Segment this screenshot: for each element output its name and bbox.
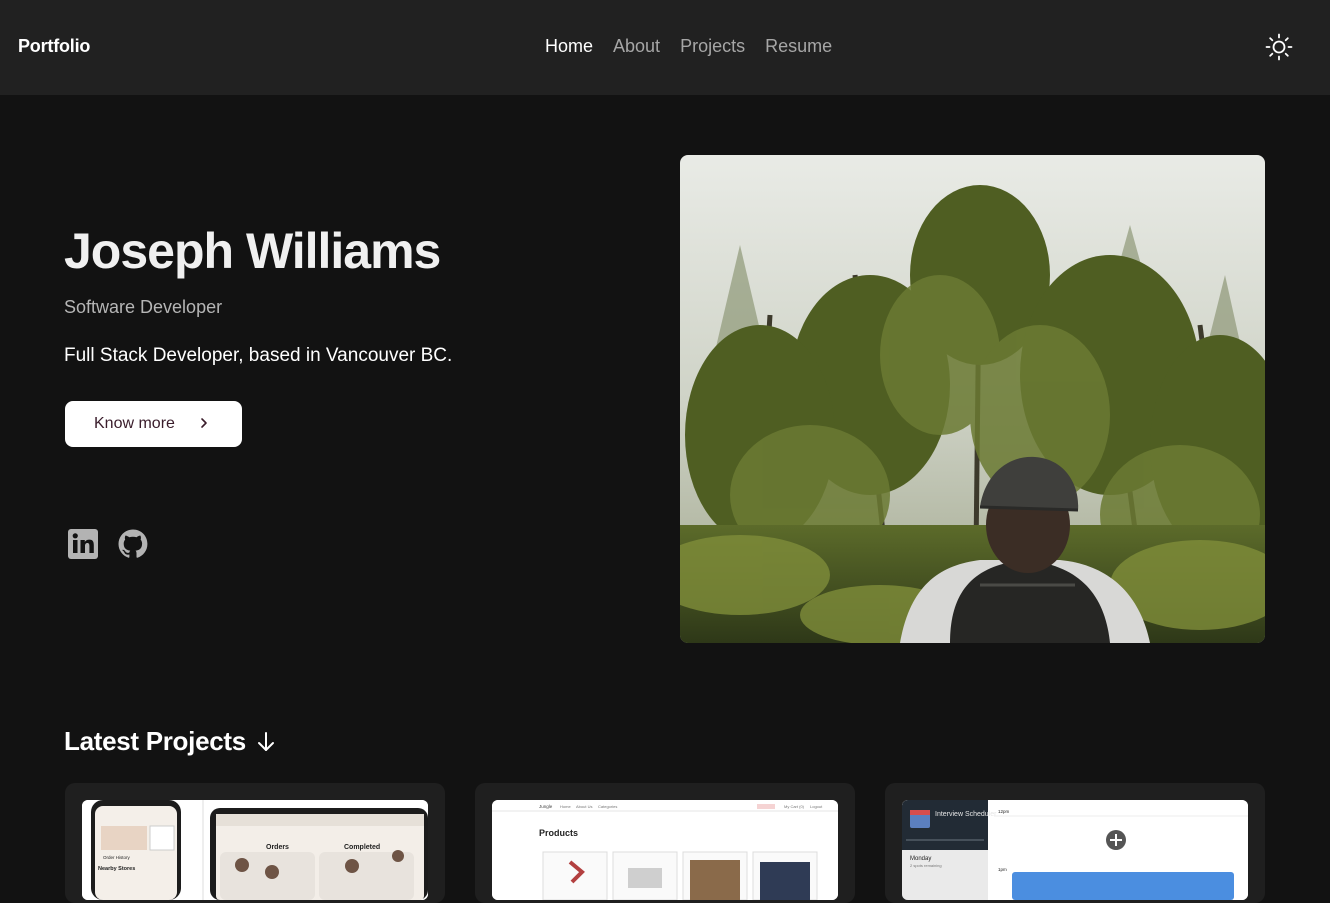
sun-icon (1265, 33, 1293, 61)
chevron-right-icon (201, 418, 207, 428)
project-card-1[interactable]: Order History Nearby Stores Orders Compl… (65, 783, 445, 903)
hero-name: Joseph Williams (64, 223, 441, 279)
latest-projects-label: Latest Projects (64, 726, 246, 756)
project-thumbnail-3: Interview Scheduler Monday 2 spots remai… (902, 800, 1248, 900)
thumb3-time-12pm: 12pm (998, 809, 1010, 814)
project-card-3[interactable]: Interview Scheduler Monday 2 spots remai… (885, 783, 1265, 903)
latest-projects-heading: Latest Projects (64, 726, 276, 757)
know-more-label: Know more (94, 415, 175, 432)
project-card-2[interactable]: Jungle Home About Us Categories My Cart … (475, 783, 855, 903)
linkedin-icon (68, 529, 98, 559)
thumb3-day: Monday (910, 856, 931, 862)
thumb2-cart: My Cart (0) (784, 804, 805, 809)
brand-logo[interactable]: Portfolio (18, 36, 90, 57)
navbar: Portfolio Home About Projects Resume (0, 0, 1330, 95)
thumb3-time-1pm: 1pm (998, 867, 1007, 872)
thumb1-nearby-stores: Nearby Stores (98, 866, 135, 872)
thumb3-spots: 2 spots remaining (910, 863, 942, 868)
github-icon (118, 529, 148, 558)
theme-toggle-button[interactable] (1264, 32, 1294, 62)
nav-links: Home About Projects Resume (545, 36, 832, 57)
thumb2-logout: Logout (810, 804, 823, 809)
hero-description: Full Stack Developer, based in Vancouver… (64, 345, 453, 366)
github-link[interactable] (117, 528, 149, 560)
nav-link-resume[interactable]: Resume (765, 36, 832, 57)
arrow-down-icon (257, 731, 274, 751)
project-thumbnail-2: Jungle Home About Us Categories My Cart … (492, 800, 838, 900)
thumb2-brand: Jungle (539, 804, 553, 809)
thumb2-categories: Categories (598, 804, 617, 809)
nav-link-projects[interactable]: Projects (680, 36, 745, 57)
hero-photo (680, 155, 1265, 643)
project-thumbnail-1: Order History Nearby Stores Orders Compl… (82, 800, 428, 900)
know-more-button[interactable]: Know more (65, 401, 242, 447)
linkedin-link[interactable] (67, 528, 99, 560)
thumb1-order-history: Order History (103, 855, 131, 860)
thumb2-about: About Us (576, 804, 592, 809)
thumb2-home: Home (560, 804, 571, 809)
hero-title: Software Developer (64, 297, 223, 317)
thumb2-products: Products (539, 828, 578, 838)
nav-link-about[interactable]: About (613, 36, 660, 57)
thumb3-app-name: Interview Scheduler (935, 811, 997, 818)
nav-link-home[interactable]: Home (545, 36, 593, 57)
thumb1-completed: Completed (344, 844, 380, 851)
thumb1-orders: Orders (266, 844, 289, 851)
